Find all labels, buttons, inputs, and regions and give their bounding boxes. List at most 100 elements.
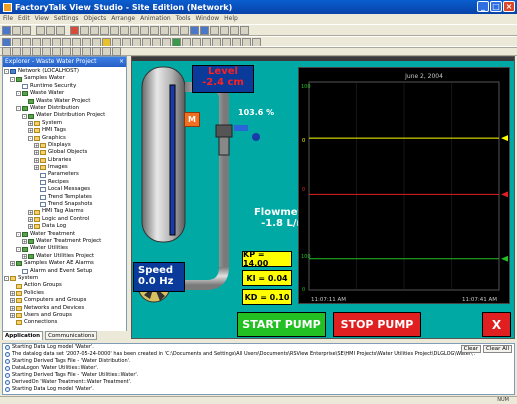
stop-pump-button[interactable]: STOP PUMP <box>333 312 421 337</box>
tree-item[interactable]: Action Groups <box>4 282 126 289</box>
control-valve[interactable] <box>215 124 233 138</box>
clear-all-button[interactable]: Clear All <box>483 345 512 353</box>
maximize-button[interactable]: □ <box>490 1 502 12</box>
tree-item[interactable]: + Networks and Devices <box>4 305 126 312</box>
tree-item[interactable]: + Images <box>4 164 126 171</box>
collapse-icon[interactable]: - <box>4 276 9 282</box>
fill-color-icon[interactable] <box>72 46 81 56</box>
tree-item[interactable]: + Global Objects <box>4 149 126 156</box>
tree-item[interactable]: + Libraries <box>4 157 126 164</box>
expand-icon[interactable]: + <box>28 217 33 222</box>
tree-item[interactable]: + Water Utilities Project <box>4 253 126 260</box>
menu-animation[interactable]: Animation <box>140 14 171 24</box>
tree-item[interactable]: Trend Templates <box>4 194 126 201</box>
flip-horizontal-icon[interactable] <box>12 46 21 56</box>
tree-item[interactable]: + HMI Tag Alarms <box>4 208 126 215</box>
tree-item[interactable]: + Water Treatment Project <box>4 238 126 245</box>
tree-item[interactable]: + Computers and Groups <box>4 297 126 304</box>
tree-item[interactable]: Local Messages <box>4 186 126 193</box>
clear-button[interactable]: Clear <box>460 345 482 353</box>
tree-item[interactable]: - Samples Water <box>4 75 126 82</box>
pattern-icon[interactable] <box>102 46 111 56</box>
menu-arrange[interactable]: Arrange <box>111 14 135 24</box>
tree-item[interactable]: + Users and Groups <box>4 312 126 319</box>
align-left-icon[interactable] <box>110 25 119 35</box>
tree-item[interactable]: + Policies <box>4 290 126 297</box>
tree-item[interactable]: + Displays <box>4 142 126 149</box>
kd-field[interactable]: KD = 0.10 <box>242 289 292 305</box>
tree-item[interactable]: Connections <box>4 319 126 326</box>
expand-icon[interactable]: + <box>28 128 33 134</box>
menu-help[interactable]: Help <box>224 14 238 24</box>
tree-item[interactable]: - Water Distribution Project <box>4 112 126 119</box>
tree-item[interactable]: Parameters <box>4 171 126 178</box>
menu-edit[interactable]: Edit <box>18 14 30 24</box>
group-icon[interactable] <box>170 25 179 35</box>
tree-item[interactable]: + Data Log <box>4 223 126 230</box>
menu-tools[interactable]: Tools <box>176 14 191 24</box>
expand-icon[interactable]: + <box>10 298 15 304</box>
align-center-icon[interactable] <box>120 25 129 35</box>
tree-item[interactable]: - Water Utilities <box>4 245 126 252</box>
menu-view[interactable]: View <box>35 14 49 24</box>
expand-icon[interactable]: + <box>10 290 15 296</box>
arrange-icon[interactable] <box>2 46 11 56</box>
line-width-icon[interactable] <box>62 46 71 56</box>
menu-file[interactable]: File <box>3 14 13 24</box>
menu-objects[interactable]: Objects <box>84 14 107 24</box>
tree-item[interactable]: Waste Water Project <box>4 98 126 105</box>
line-color-icon[interactable] <box>82 46 91 56</box>
minimize-button[interactable]: _ <box>477 1 489 12</box>
space-vertical-icon[interactable] <box>52 46 61 56</box>
tree-item[interactable]: Alarm and Event Setup <box>4 268 126 275</box>
grid-icon[interactable] <box>100 25 109 35</box>
align-bottom-icon[interactable] <box>160 25 169 35</box>
test-display-icon[interactable] <box>80 25 89 35</box>
expand-icon[interactable]: + <box>10 313 15 319</box>
save-icon[interactable] <box>22 25 31 35</box>
font-icon[interactable] <box>92 46 101 56</box>
align-top-icon[interactable] <box>140 25 149 35</box>
collapse-icon[interactable]: - <box>16 106 21 112</box>
tree-item[interactable]: - Network (LOCALHOST) <box>4 68 126 75</box>
collapse-icon[interactable]: - <box>10 76 15 82</box>
expand-icon[interactable]: + <box>10 305 15 311</box>
expand-icon[interactable]: + <box>34 143 39 149</box>
expand-icon[interactable]: + <box>34 165 39 171</box>
paste-icon[interactable] <box>56 25 65 35</box>
expand-icon[interactable]: + <box>22 253 27 259</box>
align-right-icon[interactable] <box>130 25 139 35</box>
ungroup-icon[interactable] <box>180 25 189 35</box>
collapse-icon[interactable]: - <box>16 231 21 237</box>
open-icon[interactable] <box>12 25 21 35</box>
tree-item[interactable]: + System <box>4 120 126 127</box>
tree-item[interactable]: Trend Snapshots <box>4 201 126 208</box>
layers-icon[interactable] <box>112 46 121 56</box>
tab-application[interactable]: Application <box>2 331 44 340</box>
expand-icon[interactable]: + <box>28 224 33 230</box>
kp-field[interactable]: KP = 14.00 <box>242 250 292 268</box>
run-icon[interactable] <box>70 25 79 35</box>
properties-icon[interactable] <box>230 25 239 35</box>
collapse-icon[interactable]: - <box>16 91 21 97</box>
expand-icon[interactable]: + <box>28 209 33 215</box>
tree-item[interactable]: - Water Distribution <box>4 105 126 112</box>
manual-mode-button[interactable]: M <box>184 112 200 127</box>
expand-icon[interactable]: + <box>34 150 39 156</box>
tree-item[interactable]: Runtime Security <box>4 83 126 90</box>
rotate-icon[interactable] <box>32 46 41 56</box>
tree-item[interactable]: + Logic and Control <box>4 216 126 223</box>
collapse-icon[interactable]: - <box>22 113 27 119</box>
expand-icon[interactable]: + <box>28 120 33 126</box>
align-middle-icon[interactable] <box>150 25 159 35</box>
explorer-close-icon[interactable]: × <box>119 57 124 67</box>
edit-display-icon[interactable] <box>90 25 99 35</box>
tree-item[interactable]: - Waste Water <box>4 90 126 97</box>
tree-item[interactable]: + Samples Water AE Alarms <box>4 260 126 267</box>
tree-item[interactable]: + HMI Tags <box>4 127 126 134</box>
expand-icon[interactable]: + <box>22 239 27 245</box>
bring-front-icon[interactable] <box>210 25 219 35</box>
tree-item[interactable]: - Graphics <box>4 135 126 142</box>
space-horizontal-icon[interactable] <box>42 46 51 56</box>
tree-item[interactable]: - Water Treatment <box>4 231 126 238</box>
